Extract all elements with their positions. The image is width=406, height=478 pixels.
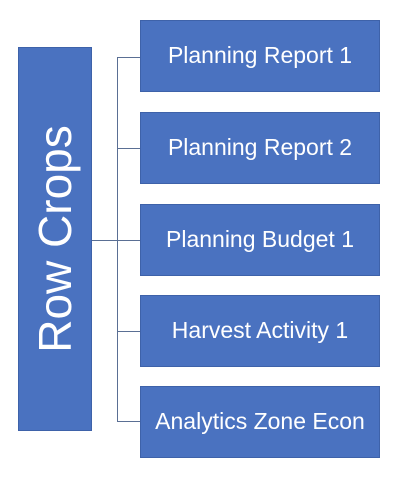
connector-root-stub: [92, 240, 118, 241]
child-node-label: Planning Report 1: [167, 42, 353, 69]
root-node-row-crops: Row Crops: [18, 47, 92, 431]
child-node-harvest-activity-1: Harvest Activity 1: [140, 295, 380, 367]
child-node-label: Analytics Zone Econ: [155, 408, 365, 435]
connector-branch-1: [117, 57, 140, 58]
child-node-planning-report-1: Planning Report 1: [140, 20, 380, 92]
connector-branch-5: [117, 421, 140, 422]
child-node-label: Planning Budget 1: [166, 226, 354, 253]
child-node-label: Planning Report 2: [167, 134, 353, 161]
child-node-planning-report-2: Planning Report 2: [140, 112, 380, 184]
root-node-label: Row Crops: [29, 125, 81, 353]
child-node-label: Harvest Activity 1: [171, 317, 349, 344]
connector-branch-3: [117, 240, 140, 241]
child-node-analytics-zone-econ: Analytics Zone Econ: [140, 386, 380, 458]
child-node-planning-budget-1: Planning Budget 1: [140, 204, 380, 276]
connector-branch-2: [117, 148, 140, 149]
connector-branch-4: [117, 331, 140, 332]
